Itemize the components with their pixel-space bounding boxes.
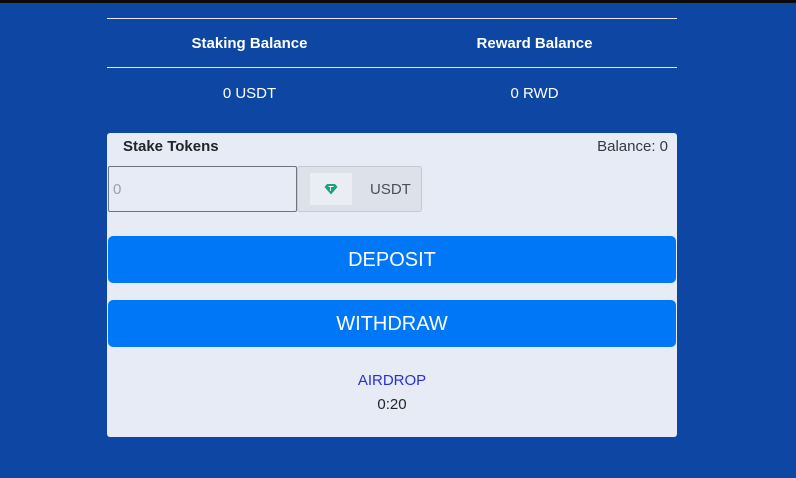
token-addon: USDT	[297, 166, 422, 212]
stake-card: Stake Tokens Balance: 0 USDT DEPOSIT WIT…	[107, 133, 677, 437]
airdrop-timer: 0:20	[377, 396, 407, 413]
reward-balance-header: Reward Balance	[476, 34, 593, 52]
top-bar	[0, 0, 796, 3]
airdrop-link[interactable]: AIRDROP	[107, 372, 677, 389]
table-header-row: Staking Balance Reward Balance	[107, 19, 677, 67]
staking-balance-header: Staking Balance	[191, 34, 308, 52]
reward-balance-value: 0 RWD	[510, 84, 559, 102]
wallet-balance: Balance: 0	[597, 138, 668, 155]
table-row: 0 USDT 0 RWD	[107, 68, 677, 118]
deposit-button[interactable]: DEPOSIT	[108, 236, 676, 283]
staking-balance-value: 0 USDT	[222, 84, 277, 102]
withdraw-button[interactable]: WITHDRAW	[108, 300, 676, 347]
stake-amount-input[interactable]	[108, 166, 297, 212]
stake-tokens-title: Stake Tokens	[123, 138, 219, 155]
balance-table: Staking Balance Reward Balance 0 USDT 0 …	[107, 18, 677, 118]
diamond-icon	[324, 184, 338, 195]
token-logo	[310, 173, 352, 205]
token-symbol: USDT	[370, 180, 411, 198]
